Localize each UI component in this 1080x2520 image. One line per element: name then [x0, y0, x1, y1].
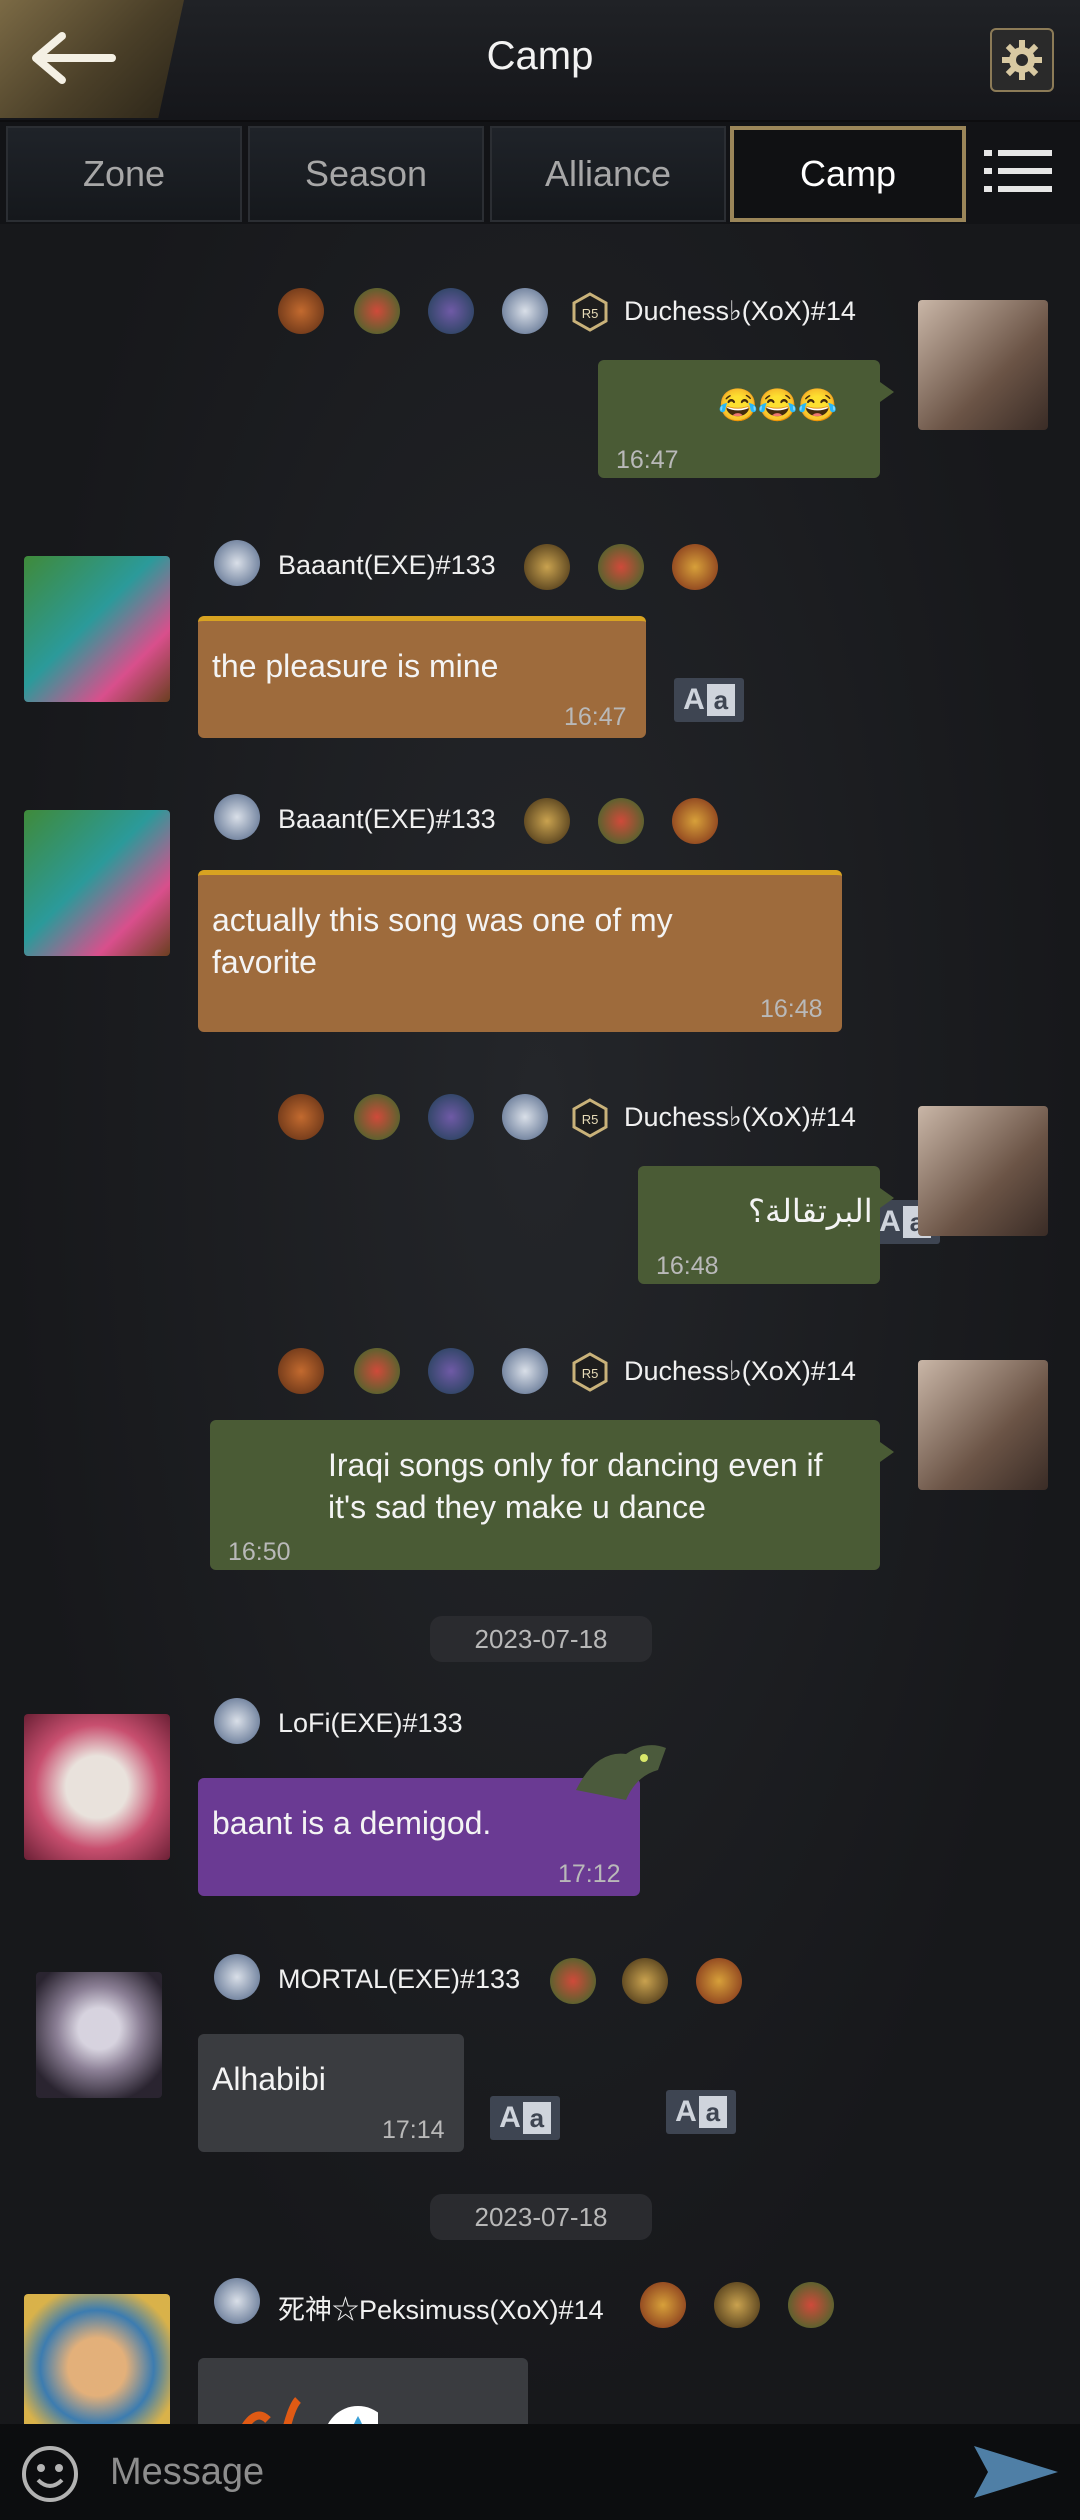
achievement-badge-icon [354, 1094, 400, 1140]
message-time: 16:48 [760, 995, 823, 1023]
message-bubble[interactable] [198, 2358, 528, 2424]
date-separator: 2023-07-18 [430, 1616, 652, 1662]
achievement-badge-icon [640, 2282, 686, 2328]
svg-text:R5: R5 [582, 306, 599, 321]
achievement-badge-icon [550, 1958, 596, 2004]
achievement-badge-icon [428, 1348, 474, 1394]
achievement-badge-icon [696, 1958, 742, 2004]
avatar[interactable] [918, 1106, 1048, 1236]
tab-zone[interactable]: Zone [6, 126, 242, 222]
achievement-badge-icon [354, 1348, 400, 1394]
title-badge-icon [214, 1698, 260, 1744]
rank-r5-icon: R5 [572, 1098, 608, 1138]
sender-name[interactable]: Duchess♭(XoX)#14 [624, 296, 856, 327]
rank-r5-icon: R5 [572, 1352, 608, 1392]
page-title: Camp [486, 34, 594, 78]
sticker-icon [242, 2397, 378, 2424]
message-bubble[interactable]: 😂😂😂 16:47 [598, 360, 894, 478]
sender-name[interactable]: LoFi(EXE)#133 [278, 1708, 463, 1739]
tab-alliance[interactable]: Alliance [490, 126, 726, 222]
message-text: Alhabibi [212, 2061, 326, 2097]
translate-button[interactable]: Aa [666, 2090, 736, 2134]
achievement-badge-icon [428, 1094, 474, 1140]
sender-name[interactable]: Duchess♭(XoX)#14 [624, 1102, 856, 1133]
sender-name[interactable]: 死神☆Peksimuss(XoX)#14 [278, 2288, 604, 2327]
title-badge-icon [214, 794, 260, 840]
message-bubble[interactable]: البرتقالة؟ 16:48 [638, 1166, 894, 1284]
message-time: 16:47 [616, 446, 679, 474]
message-bubble[interactable]: Iraqi songs only for dancing even if it'… [210, 1420, 894, 1570]
achievement-badge-icon [714, 2282, 760, 2328]
achievement-badge-icon [354, 288, 400, 334]
settings-button[interactable] [990, 28, 1054, 92]
title-badge-icon [502, 288, 548, 334]
message-input-bar [0, 2424, 1080, 2520]
message-text: the pleasure is mine [212, 648, 499, 684]
message-time: 16:50 [228, 1538, 291, 1566]
svg-text:R5: R5 [582, 1366, 599, 1381]
avatar[interactable] [918, 1360, 1048, 1490]
message-time: 16:47 [564, 703, 627, 731]
title-badge-icon [214, 540, 260, 586]
message-text: 😂😂😂 [718, 387, 838, 423]
message-bubble[interactable]: Alhabibi 17:14 [198, 2034, 464, 2152]
rank-r5-icon: R5 [572, 292, 608, 332]
message-text: actually this song was one of my favorit… [212, 902, 673, 980]
avatar[interactable] [24, 2294, 170, 2424]
header-bar: Camp [0, 0, 1080, 122]
date-separator: 2023-07-18 [430, 2194, 652, 2240]
avatar[interactable] [36, 1972, 162, 2098]
achievement-badge-icon [672, 798, 718, 844]
emoji-icon[interactable] [20, 2444, 80, 2504]
achievement-badge-icon [428, 288, 474, 334]
tab-camp[interactable]: Camp [730, 126, 966, 222]
translate-button[interactable]: Aa [674, 678, 744, 722]
achievement-badge-icon [788, 2282, 834, 2328]
message-bubble[interactable]: actually this song was one of my favorit… [198, 870, 842, 1032]
channel-tabs: Zone Season Alliance Camp [0, 122, 1080, 224]
message-text: baant is a demigod. [212, 1805, 492, 1841]
message-time: 16:48 [656, 1252, 719, 1280]
title-badge-icon [214, 2278, 260, 2324]
achievement-badge-icon [278, 1094, 324, 1140]
achievement-badge-icon [278, 288, 324, 334]
message-text: البرتقالة؟ [748, 1193, 873, 1229]
sender-name[interactable]: MORTAL(EXE)#133 [278, 1964, 520, 1995]
message-input[interactable] [110, 2440, 930, 2504]
message-bubble[interactable]: the pleasure is mine 16:47 [198, 616, 646, 738]
title-badge-icon [502, 1348, 548, 1394]
dragon-frame-icon [576, 1745, 666, 1800]
message-text: Iraqi songs only for dancing even if it'… [328, 1447, 823, 1525]
avatar[interactable] [24, 1714, 170, 1860]
avatar[interactable] [918, 300, 1048, 430]
sender-name[interactable]: Baaant(EXE)#133 [278, 550, 496, 581]
sender-name[interactable]: Baaant(EXE)#133 [278, 804, 496, 835]
avatar[interactable] [24, 556, 170, 702]
achievement-badge-icon [598, 544, 644, 590]
achievement-badge-icon [672, 544, 718, 590]
tab-season[interactable]: Season [248, 126, 484, 222]
chat-list[interactable]: R5 Duchess♭(XoX)#14 😂😂😂 16:47 Baaant(EXE… [0, 224, 1080, 2424]
achievement-badge-icon [524, 798, 570, 844]
translate-button[interactable]: Aa [490, 2096, 560, 2140]
svg-text:R5: R5 [582, 1112, 599, 1127]
message-time: 17:14 [382, 2116, 445, 2144]
avatar[interactable] [24, 810, 170, 956]
achievement-badge-icon [524, 544, 570, 590]
title-badge-icon [502, 1094, 548, 1140]
send-icon[interactable] [974, 2446, 1058, 2498]
list-menu-icon[interactable] [984, 148, 1052, 194]
sender-name[interactable]: Duchess♭(XoX)#14 [624, 1356, 856, 1387]
achievement-badge-icon [278, 1348, 324, 1394]
gear-icon [1002, 40, 1042, 80]
title-badge-icon [214, 1954, 260, 2000]
achievement-badge-icon [622, 1958, 668, 2004]
message-time: 17:12 [558, 1860, 621, 1888]
achievement-badge-icon [598, 798, 644, 844]
